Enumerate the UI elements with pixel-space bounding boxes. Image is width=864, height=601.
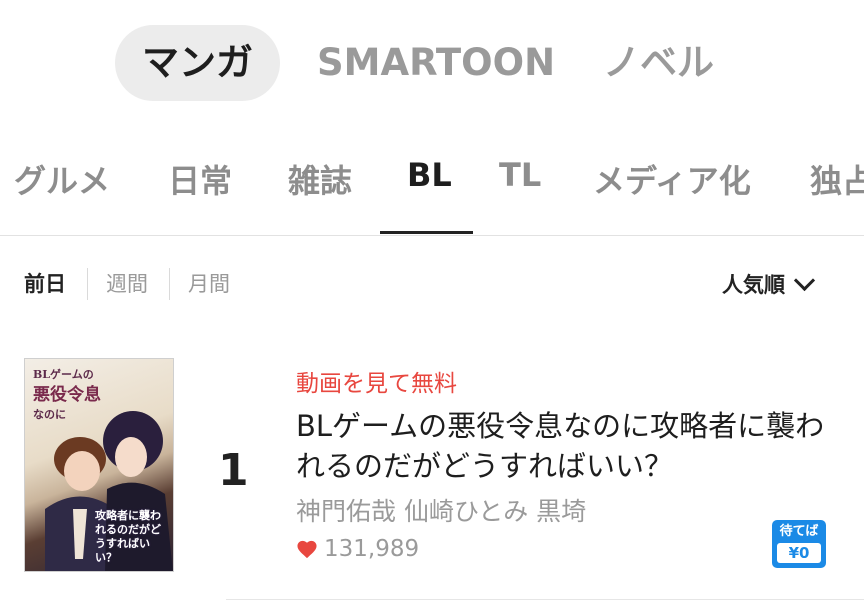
period-divider <box>169 268 170 300</box>
cover-subtitle: 攻略者に襲われるのだがどうすればいい？ <box>95 509 161 564</box>
rank-number: 1 <box>218 445 249 496</box>
chevron-down-icon <box>793 269 816 291</box>
tab-manga[interactable]: マンガ <box>115 25 280 101</box>
sort-label: 人気順 <box>722 273 785 297</box>
tab-smartoon[interactable]: SMARTOON <box>317 25 555 101</box>
period-daily[interactable]: 前日 <box>24 268 66 298</box>
genre-tabs: グルメ 日常 雑誌 BL TL メディア化 独占 <box>0 128 864 236</box>
tab-tl[interactable]: TL <box>499 156 541 194</box>
tab-daily[interactable]: 日常 <box>168 156 232 202</box>
category-tabs: マンガ SMARTOON ノベル <box>0 0 864 128</box>
sort-dropdown[interactable]: 人気順 <box>722 268 816 300</box>
heart-icon <box>297 540 317 559</box>
tab-bl[interactable]: BL <box>407 156 452 194</box>
tab-media[interactable]: メディア化 <box>593 156 751 202</box>
promo-label: 動画を見て無料 <box>296 371 457 397</box>
tab-gourmet[interactable]: グルメ <box>14 156 110 202</box>
tab-novel[interactable]: ノベル <box>603 25 714 101</box>
likes: 131,989 <box>296 534 419 564</box>
tab-exclusive[interactable]: 独占 <box>810 156 864 202</box>
ranking-item[interactable]: BLゲームの 悪役令息 なのに 攻略者に襲われるのだがどうすればいい？ 1 動画… <box>0 340 864 600</box>
period-weekly[interactable]: 週間 <box>106 268 148 298</box>
tab-magazine[interactable]: 雑誌 <box>288 156 352 202</box>
period-divider <box>87 268 88 300</box>
wait-free-badge: 待てば ¥0 <box>772 520 826 568</box>
item-authors: 神門佑哉 仙崎ひとみ 黒埼 <box>296 497 587 526</box>
item-title[interactable]: BLゲームの悪役令息なのに攻略者に襲われるのだがどうすればいい？ <box>296 406 846 486</box>
period-monthly[interactable]: 月間 <box>188 268 230 298</box>
active-tab-indicator <box>380 231 473 234</box>
cover-title: BLゲームの 悪役令息 なのに <box>33 368 101 421</box>
divider <box>226 599 864 600</box>
cover-image: BLゲームの 悪役令息 なのに 攻略者に襲われるのだがどうすればいい？ <box>24 358 174 572</box>
likes-count: 131,989 <box>324 536 420 562</box>
